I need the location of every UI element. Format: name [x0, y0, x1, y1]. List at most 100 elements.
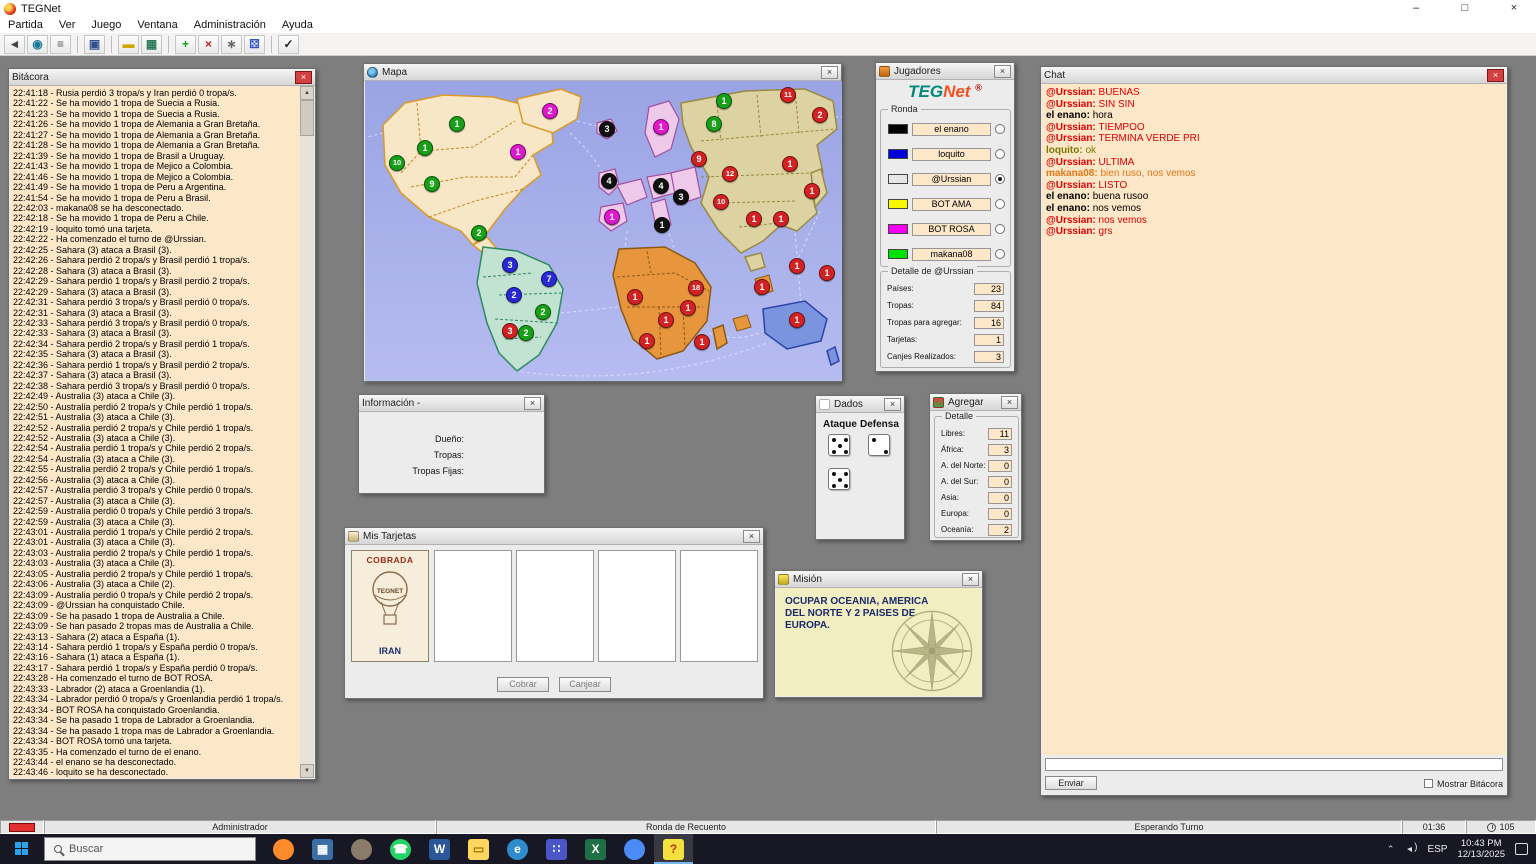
player-turn-radio[interactable]: [995, 224, 1005, 234]
army-marker[interactable]: 4: [653, 178, 669, 194]
army-marker[interactable]: 1: [782, 156, 798, 172]
taskbar-app-tegnet[interactable]: ?: [654, 834, 693, 864]
close-button[interactable]: ×: [1492, 0, 1536, 18]
card-slot-5[interactable]: [680, 550, 758, 662]
taskbar-app-teams[interactable]: ∷: [537, 834, 576, 864]
army-marker[interactable]: 3: [502, 323, 518, 339]
army-marker[interactable]: 9: [424, 176, 440, 192]
army-marker[interactable]: 1: [680, 300, 696, 316]
maximize-button[interactable]: □: [1443, 0, 1487, 18]
army-marker[interactable]: 11: [780, 87, 796, 103]
player-name-field[interactable]: el enano: [912, 122, 991, 136]
agregar-titlebar[interactable]: Agregar ×: [930, 394, 1021, 411]
checkbox-icon[interactable]: [1423, 779, 1433, 788]
scroll-down-icon[interactable]: ▼: [300, 764, 314, 778]
army-marker[interactable]: 2: [471, 225, 487, 241]
add-troops-icon[interactable]: +: [175, 34, 196, 54]
keyboard-language[interactable]: ESP: [1427, 844, 1447, 855]
menu-item-ver[interactable]: Ver: [51, 18, 84, 33]
player-turn-radio[interactable]: [995, 249, 1005, 259]
player-name-field[interactable]: makana08: [912, 247, 991, 261]
dados-titlebar[interactable]: Dados ×: [816, 396, 904, 413]
taskbar-app-edge[interactable]: e: [498, 834, 537, 864]
taskbar-app-firefox[interactable]: [264, 834, 303, 864]
army-marker[interactable]: 10: [389, 155, 405, 171]
jugadores-titlebar[interactable]: Jugadores ×: [876, 63, 1014, 80]
army-marker[interactable]: 1: [746, 211, 762, 227]
cards-icon[interactable]: ▬: [118, 34, 139, 54]
close-icon[interactable]: ×: [884, 397, 901, 411]
army-marker[interactable]: 1: [639, 333, 655, 349]
taskbar-app-calculator[interactable]: ▦: [303, 834, 342, 864]
scroll-thumb[interactable]: [300, 100, 314, 136]
menu-item-ayuda[interactable]: Ayuda: [274, 18, 321, 33]
start-button[interactable]: [0, 834, 44, 864]
card-slot-3[interactable]: [516, 550, 594, 662]
menu-item-partida[interactable]: Partida: [0, 18, 51, 33]
menu-item-ventana[interactable]: Ventana: [129, 18, 185, 33]
canjear-button[interactable]: Canjear: [559, 677, 611, 692]
army-marker[interactable]: 1: [653, 119, 669, 135]
taskbar-app-chromium[interactable]: [615, 834, 654, 864]
tarjetas-titlebar[interactable]: Mis Tarjetas ×: [345, 528, 763, 545]
send-button[interactable]: Enviar: [1045, 776, 1097, 790]
minimize-button[interactable]: –: [1394, 0, 1438, 18]
volume-icon[interactable]: [1404, 842, 1417, 855]
regroup-icon[interactable]: ∗: [221, 34, 242, 54]
informacion-titlebar[interactable]: Información - ×: [359, 395, 544, 412]
army-marker[interactable]: 1: [754, 279, 770, 295]
bitacora-titlebar[interactable]: Bitácora ×: [9, 69, 315, 86]
scroll-up-icon[interactable]: ▲: [300, 86, 314, 100]
taskbar-app-gimp[interactable]: [342, 834, 381, 864]
taskbar-app-word[interactable]: W: [420, 834, 459, 864]
army-marker[interactable]: 1: [773, 211, 789, 227]
army-marker[interactable]: 7: [541, 271, 557, 287]
army-marker[interactable]: 3: [673, 189, 689, 205]
army-marker[interactable]: 8: [706, 116, 722, 132]
army-marker[interactable]: 1: [804, 183, 820, 199]
chat-titlebar[interactable]: Chat ×: [1041, 67, 1507, 84]
card-slot-4[interactable]: [598, 550, 676, 662]
army-marker[interactable]: 10: [713, 194, 729, 210]
close-icon[interactable]: ×: [295, 70, 312, 84]
player-name-field[interactable]: BOT ROSA: [912, 222, 991, 236]
action-center-icon[interactable]: [1515, 843, 1528, 855]
player-turn-radio[interactable]: [995, 199, 1005, 209]
player-name-field[interactable]: loquito: [912, 147, 991, 161]
army-marker[interactable]: 1: [654, 217, 670, 233]
army-marker[interactable]: 1: [604, 209, 620, 225]
army-marker[interactable]: 2: [535, 304, 551, 320]
army-marker[interactable]: 1: [510, 144, 526, 160]
army-marker[interactable]: 1: [789, 258, 805, 274]
army-marker[interactable]: 1: [627, 289, 643, 305]
show-log-checkbox-group[interactable]: Mostrar Bitácora: [1423, 774, 1503, 792]
close-icon[interactable]: ×: [1001, 395, 1018, 409]
taskbar-app-file-explorer[interactable]: ▭: [459, 834, 498, 864]
mision-titlebar[interactable]: Misión ×: [775, 571, 982, 588]
close-icon[interactable]: ×: [743, 529, 760, 543]
card-slot-1[interactable]: COBRADA TEGNET IRAN: [351, 550, 429, 662]
army-marker[interactable]: 12: [722, 166, 738, 182]
log-icon[interactable]: ≡: [50, 34, 71, 54]
tray-expand-icon[interactable]: ⌃: [1387, 844, 1395, 855]
menu-item-juego[interactable]: Juego: [83, 18, 129, 33]
army-marker[interactable]: 18: [688, 280, 704, 296]
close-icon[interactable]: ×: [962, 572, 979, 586]
dice-icon[interactable]: ⚄: [244, 34, 265, 54]
player-turn-radio[interactable]: [995, 149, 1005, 159]
army-marker[interactable]: 2: [812, 107, 828, 123]
army-marker[interactable]: 3: [502, 257, 518, 273]
close-icon[interactable]: ×: [994, 64, 1011, 78]
army-marker[interactable]: 1: [658, 312, 674, 328]
army-marker[interactable]: 1: [716, 93, 732, 109]
army-marker[interactable]: 3: [599, 121, 615, 137]
close-icon[interactable]: ×: [1487, 68, 1504, 82]
cobrar-button[interactable]: Cobrar: [497, 677, 549, 692]
army-marker[interactable]: 2: [506, 287, 522, 303]
taskbar-app-whatsapp[interactable]: ☎: [381, 834, 420, 864]
player-name-field[interactable]: BOT AMA: [912, 197, 991, 211]
taskbar-search[interactable]: Buscar: [44, 837, 256, 861]
player-name-field[interactable]: @Urssian: [912, 172, 991, 186]
map-canvas[interactable]: 1 2 3 1 1 11 8 2 1 1 9 10 9 4 12 1 4 3 10 1 1 1 1 1 2 3 7 1 1 2 18 1 2 1 1…: [365, 81, 842, 381]
card-slot-2[interactable]: [434, 550, 512, 662]
